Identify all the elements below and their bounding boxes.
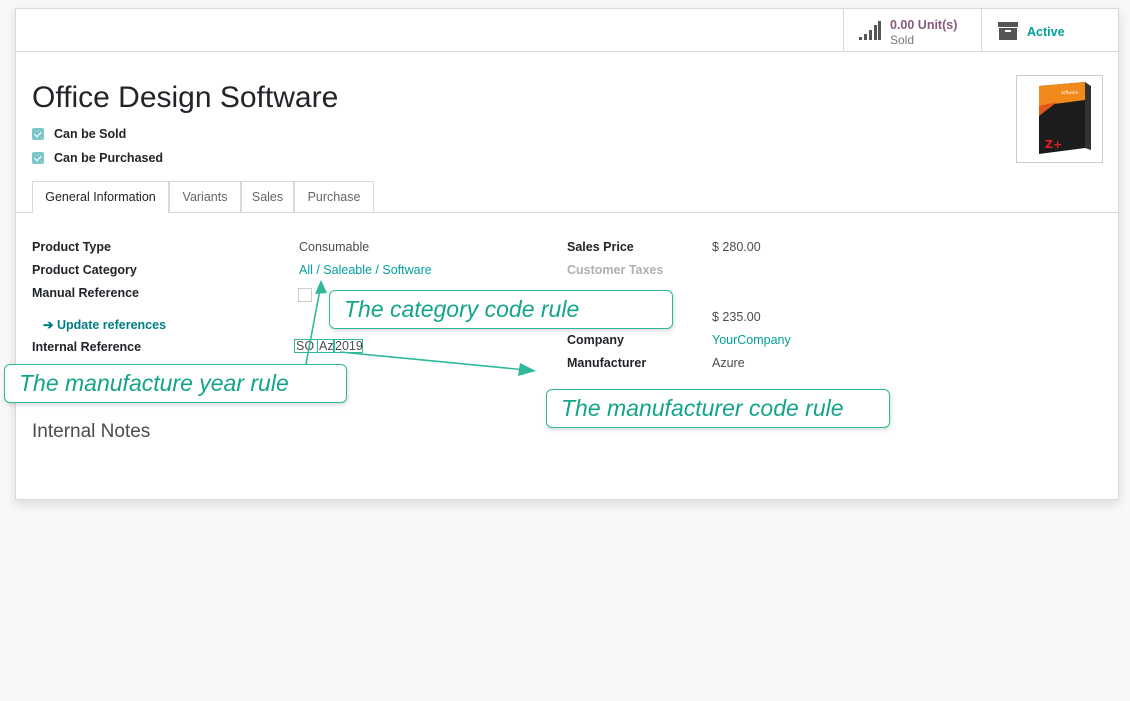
svg-text:Z+: Z+ (1045, 138, 1062, 151)
sales-price-label: Sales Price (567, 240, 634, 254)
sold-label: Sold (890, 33, 915, 47)
internal-reference-year[interactable]: 2019 (333, 339, 363, 353)
software-box-image: software Z+ (1039, 82, 1091, 154)
active-label: Active (1027, 25, 1065, 39)
sales-price-value[interactable]: $ 280.00 (712, 240, 761, 254)
tab-general-information[interactable]: General Information (32, 181, 169, 213)
manual-reference-checkbox[interactable] (298, 288, 312, 302)
company-label: Company (567, 333, 624, 347)
tab-purchase[interactable]: Purchase (294, 181, 374, 212)
product-title[interactable]: Office Design Software (32, 81, 338, 115)
can-be-purchased-label: Can be Purchased (54, 151, 164, 165)
can-be-sold-option[interactable]: Can be Sold (32, 127, 126, 141)
internal-reference-category-code[interactable]: SO (294, 339, 318, 353)
callout-manufacture-year-rule: The manufacture year rule (4, 364, 347, 403)
update-references-label: Update references (56, 318, 167, 332)
manual-reference-label: Manual Reference (32, 286, 139, 300)
product-type-value[interactable]: Consumable (299, 240, 369, 254)
product-category-link[interactable]: All / Saleable / Software (299, 263, 432, 277)
active-toggle-button[interactable]: Active (981, 9, 1119, 51)
internal-reference-label: Internal Reference (32, 340, 142, 354)
archive-icon (998, 22, 1018, 40)
arrow-right-icon: ➔ (43, 318, 57, 332)
checkbox-icon[interactable] (32, 152, 44, 164)
button-box: 0.00 Unit(s) Sold Active (16, 9, 1118, 52)
update-references-button[interactable]: ➔ Update references (43, 317, 166, 332)
product-category-label: Product Category (32, 263, 137, 277)
can-be-sold-label: Can be Sold (54, 127, 127, 141)
cost-value[interactable]: $ 235.00 (712, 310, 761, 324)
product-image[interactable]: software Z+ (1016, 75, 1103, 163)
manufacturer-value[interactable]: Azure (712, 356, 745, 370)
manufacturer-label: Manufacturer (567, 356, 647, 370)
callout-category-rule: The category code rule (329, 290, 673, 329)
tab-sales[interactable]: Sales (241, 181, 294, 212)
notebook-tabs: General Information Variants Sales Purch… (16, 181, 1118, 213)
internal-notes-heading: Internal Notes (32, 421, 151, 442)
sold-stat-button[interactable]: 0.00 Unit(s) Sold (843, 9, 982, 51)
signal-bars-icon (859, 21, 881, 40)
customer-taxes-label: Customer Taxes (567, 263, 664, 277)
product-type-label: Product Type (32, 240, 111, 254)
can-be-purchased-option[interactable]: Can be Purchased (32, 151, 163, 165)
tab-variants[interactable]: Variants (169, 181, 241, 212)
sold-value: 0.00 Unit(s) (890, 18, 958, 32)
company-link[interactable]: YourCompany (712, 333, 791, 347)
callout-manufacturer-code-rule: The manufacturer code rule (546, 389, 890, 428)
svg-text:software: software (1061, 90, 1079, 95)
checkbox-icon[interactable] (32, 128, 44, 140)
